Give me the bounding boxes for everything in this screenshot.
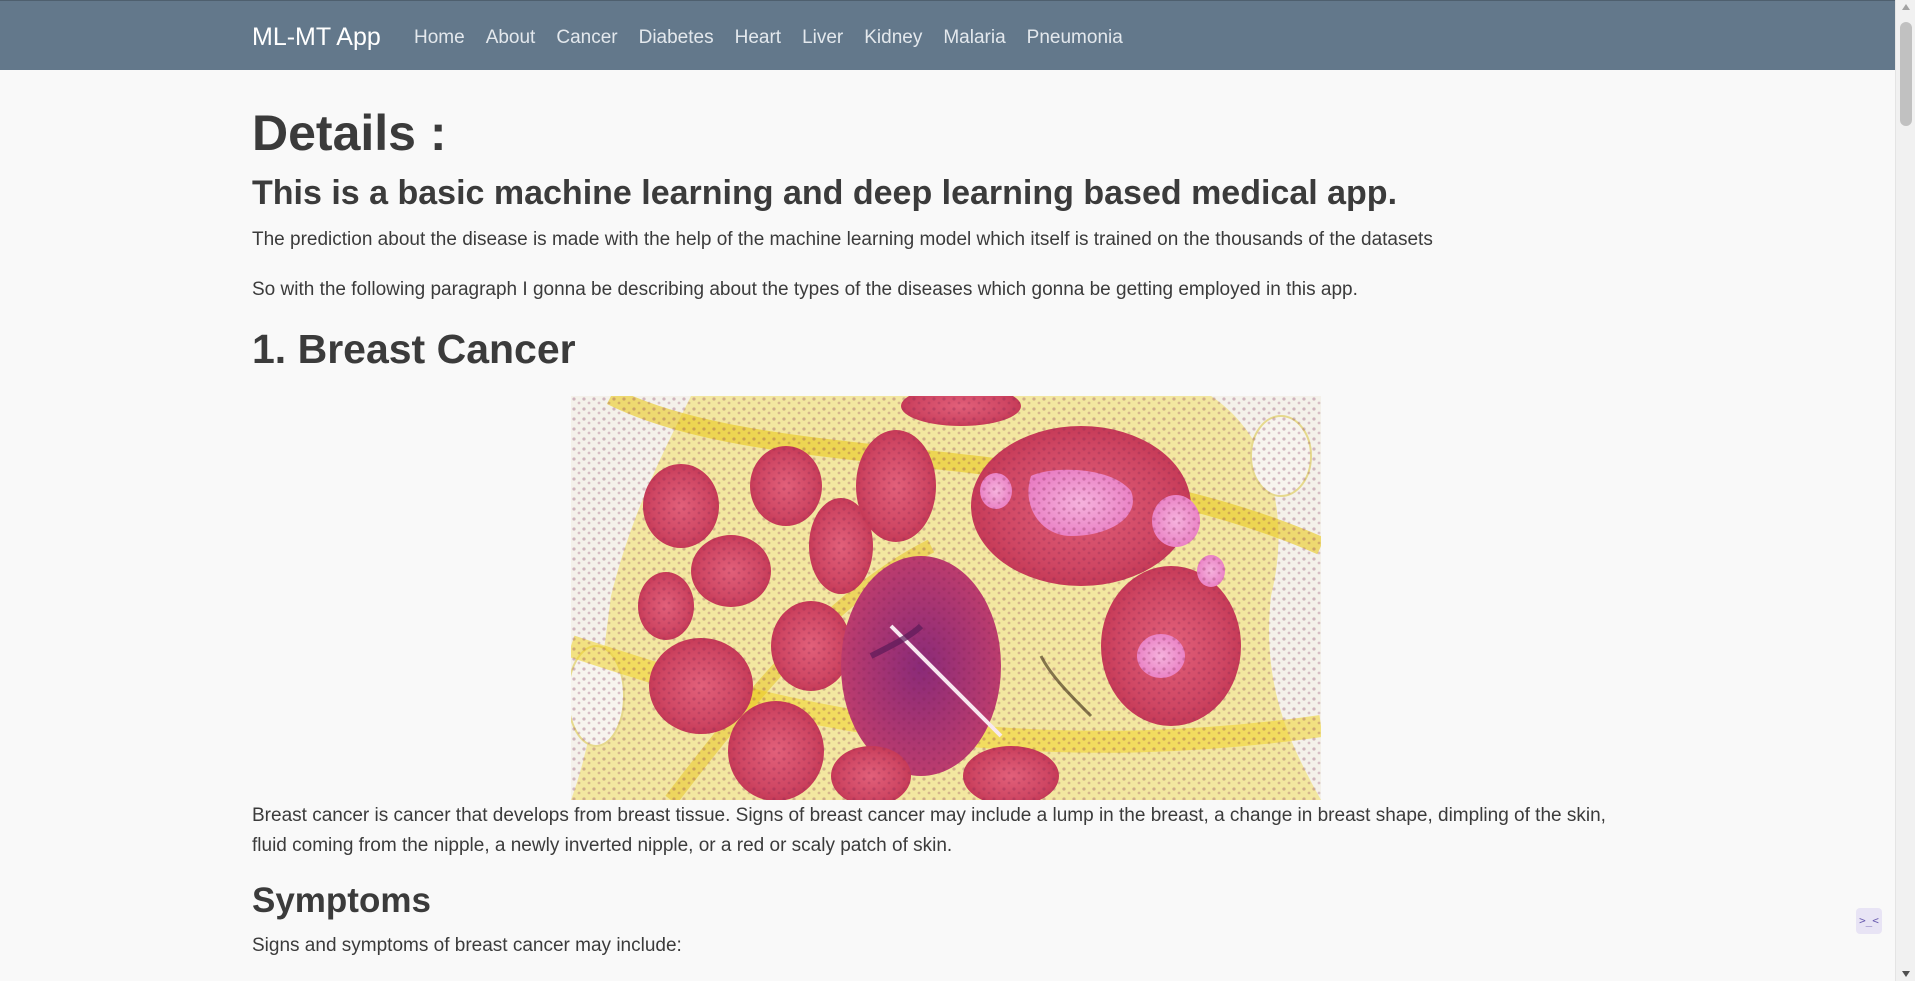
breast-cancer-histology-image bbox=[571, 396, 1321, 800]
symptoms-heading: Symptoms bbox=[252, 881, 431, 920]
scroll-up-arrow-icon[interactable] bbox=[1902, 4, 1910, 10]
nav-kidney[interactable]: Kidney bbox=[864, 25, 922, 51]
nav-cancer[interactable]: Cancer bbox=[556, 25, 617, 51]
scroll-down-arrow-icon[interactable] bbox=[1902, 971, 1910, 977]
nav-malaria[interactable]: Malaria bbox=[943, 25, 1005, 51]
intro-paragraph-1: The prediction about the disease is made… bbox=[252, 229, 1433, 250]
brand-link[interactable]: ML-MT App bbox=[252, 21, 381, 53]
vertical-scrollbar[interactable] bbox=[1895, 0, 1915, 981]
nav-liver[interactable]: Liver bbox=[802, 25, 843, 51]
nav-menu: Home About Cancer Diabetes Heart Liver K… bbox=[414, 25, 1144, 51]
nav-about[interactable]: About bbox=[486, 25, 536, 51]
top-navbar: ML-MT App Home About Cancer Diabetes Hea… bbox=[0, 0, 1895, 70]
breast-cancer-description: Breast cancer is cancer that develops fr… bbox=[252, 805, 1606, 856]
scroll-thumb[interactable] bbox=[1900, 22, 1912, 126]
nav-pneumonia[interactable]: Pneumonia bbox=[1027, 25, 1123, 51]
histology-illustration bbox=[571, 396, 1321, 800]
symptoms-intro: Signs and symptoms of breast cancer may … bbox=[252, 935, 682, 956]
nav-heart[interactable]: Heart bbox=[735, 25, 781, 51]
page-subtitle: This is a basic machine learning and dee… bbox=[252, 174, 1398, 212]
floating-helper-icon[interactable]: >_< bbox=[1856, 908, 1882, 934]
intro-paragraph-2: So with the following paragraph I gonna … bbox=[252, 279, 1358, 300]
page-title: Details : bbox=[252, 105, 447, 161]
section-title-breast-cancer: 1. Breast Cancer bbox=[252, 326, 576, 372]
nav-diabetes[interactable]: Diabetes bbox=[639, 25, 714, 51]
nav-home[interactable]: Home bbox=[414, 25, 465, 51]
